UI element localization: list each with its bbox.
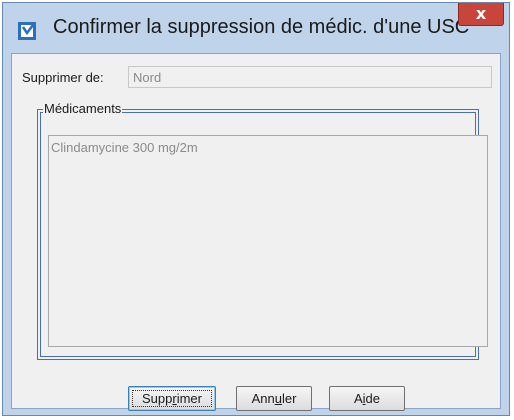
title-bar[interactable]: Confirmer la suppression de médic. d'une…: [3, 3, 509, 53]
app-icon: [18, 22, 36, 40]
window-title: Confirmer la suppression de médic. d'une…: [53, 16, 470, 38]
dialog-content: Supprimer de: Nord Médicaments Clindamyc…: [11, 53, 501, 411]
delete-from-field: Nord: [128, 66, 492, 88]
close-button[interactable]: x: [458, 3, 504, 26]
medications-list[interactable]: Clindamycine 300 mg/2m: [48, 135, 488, 347]
list-item[interactable]: Clindamycine 300 mg/2m: [51, 140, 198, 155]
cancel-button[interactable]: Annuler: [236, 386, 312, 411]
dialog-window: Confirmer la suppression de médic. d'une…: [2, 2, 510, 416]
delete-from-label: Supprimer de:: [22, 70, 104, 85]
close-icon: x: [475, 4, 487, 23]
help-button[interactable]: Aide: [329, 386, 405, 411]
delete-button[interactable]: Supprimer: [128, 386, 216, 411]
medications-legend: Médicaments: [43, 101, 123, 116]
